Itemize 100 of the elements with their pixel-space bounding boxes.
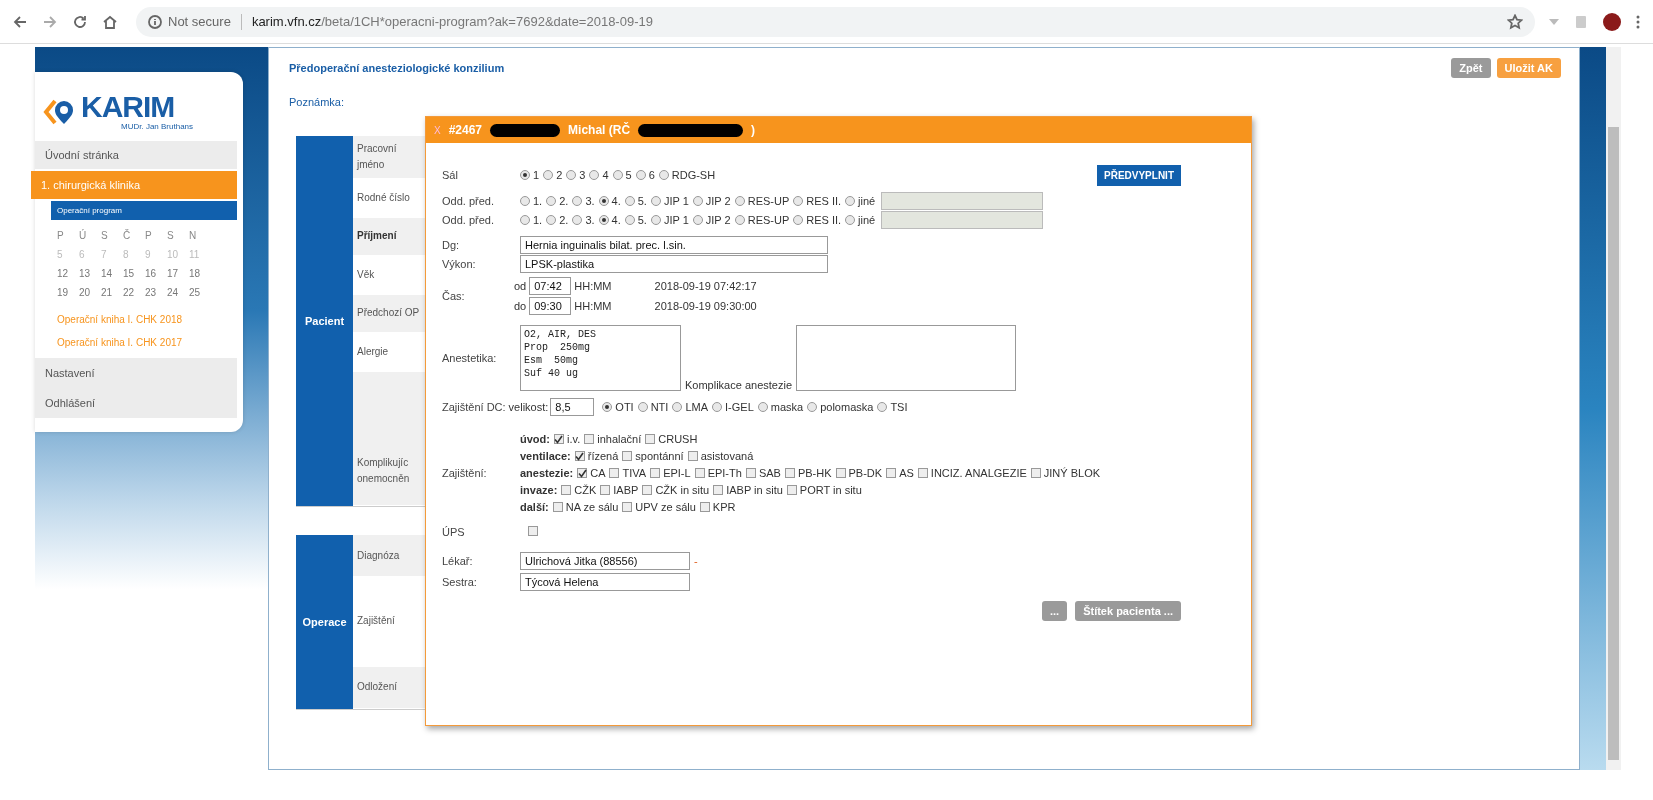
radio-button[interactable] <box>602 401 613 412</box>
calendar-day[interactable]: 18 <box>189 268 211 279</box>
checkbox[interactable] <box>574 451 585 461</box>
radio-button[interactable] <box>877 401 888 412</box>
nav-item[interactable]: Operační program <box>51 201 237 220</box>
time-field[interactable]: 09:30 <box>529 297 572 315</box>
checkbox[interactable] <box>745 468 756 478</box>
checkbox[interactable] <box>642 485 653 495</box>
calendar-day[interactable]: 16 <box>145 268 167 279</box>
more-button[interactable]: ... <box>1041 601 1068 621</box>
radio-button[interactable] <box>624 214 635 225</box>
calendar-day[interactable]: 22 <box>123 287 145 298</box>
scrollbar[interactable] <box>1606 47 1621 770</box>
checkbox[interactable] <box>917 468 928 478</box>
radio-button[interactable] <box>520 214 530 225</box>
time-field[interactable]: 07:42 <box>529 277 572 295</box>
nav-item[interactable]: Nastavení <box>35 358 237 388</box>
calendar-day[interactable]: 23 <box>145 287 167 298</box>
option-label: 5 <box>625 169 632 181</box>
calendar-day[interactable]: 24 <box>167 287 189 298</box>
text-field[interactable] <box>881 191 1044 210</box>
checkbox[interactable] <box>600 485 611 495</box>
option-label: AS <box>899 467 914 479</box>
radio-button[interactable] <box>566 170 577 180</box>
doctor-field[interactable]: Ulrichová Jitka (88556) <box>520 551 690 570</box>
radio-button[interactable] <box>520 195 530 206</box>
radio-button[interactable] <box>658 170 669 180</box>
radio-button[interactable] <box>650 195 661 206</box>
checkbox[interactable] <box>622 502 633 512</box>
radio-button[interactable] <box>612 170 623 180</box>
radio-button[interactable] <box>692 214 703 225</box>
checkbox[interactable] <box>650 468 661 478</box>
calendar-day[interactable]: 25 <box>189 287 211 298</box>
radio-button[interactable] <box>712 401 723 412</box>
radio-button[interactable] <box>845 214 856 225</box>
nav-item[interactable]: Odhlášení <box>35 388 237 418</box>
checkbox[interactable] <box>699 502 710 512</box>
checkbox[interactable] <box>645 434 656 444</box>
radio-button[interactable] <box>546 195 557 206</box>
radio-button[interactable] <box>734 214 745 225</box>
checkbox[interactable] <box>886 468 897 478</box>
checkbox[interactable] <box>1030 468 1041 478</box>
radio-button[interactable] <box>637 401 648 412</box>
radio-button[interactable] <box>572 195 583 206</box>
calendar-day[interactable]: 19 <box>57 287 79 298</box>
scrollbar-thumb[interactable] <box>1608 127 1619 760</box>
radio-button[interactable] <box>845 195 856 206</box>
checkbox[interactable] <box>528 525 538 536</box>
complications-textarea[interactable] <box>796 325 1016 391</box>
checkbox[interactable] <box>687 451 698 461</box>
anesthetics-textarea[interactable]: O2, AIR, DES Prop 250mg Esm 50mg Suf 40 ug <box>520 325 681 391</box>
checkbox[interactable] <box>577 468 588 478</box>
radio-button[interactable] <box>598 214 609 225</box>
radio-button[interactable] <box>546 214 557 225</box>
radio-button[interactable] <box>543 170 554 180</box>
calendar-day[interactable]: 20 <box>79 287 101 298</box>
radio-button[interactable] <box>520 170 530 180</box>
checkbox[interactable] <box>694 468 705 478</box>
radio-button[interactable] <box>650 214 661 225</box>
calendar-day[interactable]: 15 <box>123 268 145 279</box>
checkbox[interactable] <box>713 485 724 495</box>
size-field[interactable]: 8,5 <box>550 397 595 416</box>
checkbox[interactable] <box>609 468 620 478</box>
radio-button[interactable] <box>672 401 683 412</box>
radio-button[interactable] <box>572 214 583 225</box>
nav-item[interactable]: Úvodní stránka <box>35 141 237 169</box>
radio-button[interactable] <box>793 195 804 206</box>
calendar-day[interactable]: 14 <box>101 268 123 279</box>
calendar-day[interactable]: 13 <box>79 268 101 279</box>
calendar-day[interactable]: 21 <box>101 287 123 298</box>
checkbox[interactable] <box>835 468 846 478</box>
checkbox[interactable] <box>622 451 633 461</box>
prefill-button[interactable]: PŘEDVYPLNIT <box>1097 164 1181 186</box>
diagnosis-field[interactable]: Hernia inguinalis bilat. prec. l.sin. <box>520 235 828 254</box>
patient-label-button[interactable]: Štítek pacienta ... <box>1075 601 1181 621</box>
checkbox[interactable] <box>786 485 797 495</box>
back-button[interactable]: Zpět <box>1451 58 1491 78</box>
timestamp: 2018-09-19 09:30:00 <box>654 300 757 312</box>
radio-button[interactable] <box>624 195 635 206</box>
radio-button[interactable] <box>589 170 600 180</box>
calendar-day[interactable]: 17 <box>167 268 189 279</box>
radio-button[interactable] <box>598 195 609 206</box>
calendar-day[interactable]: 12 <box>57 268 79 279</box>
text-field[interactable] <box>881 210 1044 229</box>
checkbox[interactable] <box>784 468 795 478</box>
checkbox[interactable] <box>584 434 595 444</box>
profile-avatar[interactable] <box>1603 12 1621 31</box>
address-bar[interactable]: Not secure karim.vfn.cz/beta/1CH*operacni-program?ak=7692&date=2018-09-19 <box>136 6 1535 37</box>
time-prefix: od <box>514 280 527 292</box>
checkbox[interactable] <box>561 485 572 495</box>
radio-button[interactable] <box>757 401 768 412</box>
nurse-field[interactable]: Týcová Helena <box>520 572 690 591</box>
radio-button[interactable] <box>793 214 804 225</box>
checkbox[interactable] <box>553 434 564 444</box>
radio-button[interactable] <box>807 401 818 412</box>
procedure-field[interactable]: LPSK-plastika <box>520 254 828 273</box>
checkbox[interactable] <box>552 502 563 512</box>
radio-button[interactable] <box>692 195 703 206</box>
radio-button[interactable] <box>734 195 745 206</box>
radio-button[interactable] <box>635 170 646 180</box>
